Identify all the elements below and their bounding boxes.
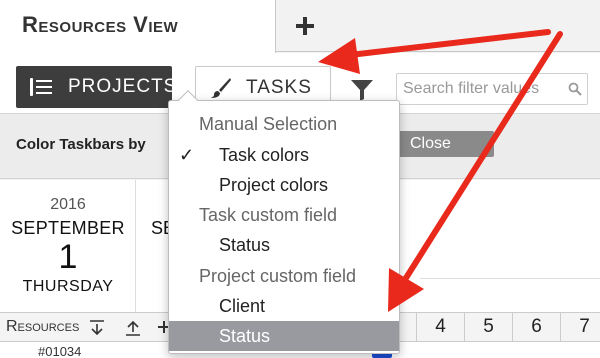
day-cell: 7 bbox=[560, 313, 600, 343]
day-column-1: 2016 SEPTEMBER 1 THURSDAY bbox=[0, 180, 136, 312]
calendar-grid bbox=[420, 278, 600, 312]
sort-up-icon[interactable] bbox=[124, 319, 142, 337]
checkmark-icon: ✓ bbox=[179, 145, 195, 165]
color-taskbars-label: Color Taskbars by bbox=[16, 136, 146, 153]
filter-icon[interactable] bbox=[350, 79, 374, 101]
sort-down-icon[interactable] bbox=[88, 319, 106, 337]
day-cell: 4 bbox=[416, 313, 464, 343]
menu-header-project-custom-field: Project custom field bbox=[199, 266, 357, 286]
list-icon bbox=[30, 78, 52, 96]
menu-item-project-colors[interactable]: Project colors bbox=[169, 170, 399, 200]
tab-bar: Resources View bbox=[0, 0, 600, 53]
color-taskbars-dropdown: Manual Selection ✓ Task colors Project c… bbox=[168, 90, 400, 354]
menu-item-label: Task colors bbox=[219, 145, 310, 165]
tab-resources-view[interactable]: Resources View bbox=[0, 0, 276, 53]
tab-label: Resources View bbox=[22, 12, 179, 37]
projects-button[interactable]: PROJECTS bbox=[16, 66, 176, 108]
menu-header-manual-selection: Manual Selection bbox=[199, 114, 338, 134]
year-label: 2016 bbox=[50, 196, 86, 213]
menu-item-task-status[interactable]: Status bbox=[169, 230, 399, 260]
projects-button-label: PROJECTS bbox=[68, 76, 178, 97]
day-cell: 5 bbox=[464, 313, 512, 343]
resources-label: Resources bbox=[6, 318, 80, 335]
brush-icon bbox=[210, 77, 232, 99]
add-tab-icon[interactable] bbox=[288, 10, 320, 42]
menu-item-client[interactable]: Client bbox=[169, 291, 399, 321]
day-number: 1 bbox=[58, 238, 78, 276]
resource-code: #01034 bbox=[38, 344, 82, 358]
day-cell: 6 bbox=[512, 313, 560, 343]
search-filter-input[interactable] bbox=[396, 73, 588, 105]
menu-header-task-custom-field: Task custom field bbox=[199, 205, 338, 225]
search-icon bbox=[568, 82, 582, 96]
menu-item-task-colors[interactable]: ✓ Task colors bbox=[169, 140, 399, 170]
weekday-label: THURSDAY bbox=[22, 278, 114, 295]
month-label: SEPTEMBER bbox=[11, 218, 125, 238]
menu-item-project-status[interactable]: Status bbox=[169, 321, 399, 351]
tasks-button-label: TASKS bbox=[246, 77, 312, 98]
